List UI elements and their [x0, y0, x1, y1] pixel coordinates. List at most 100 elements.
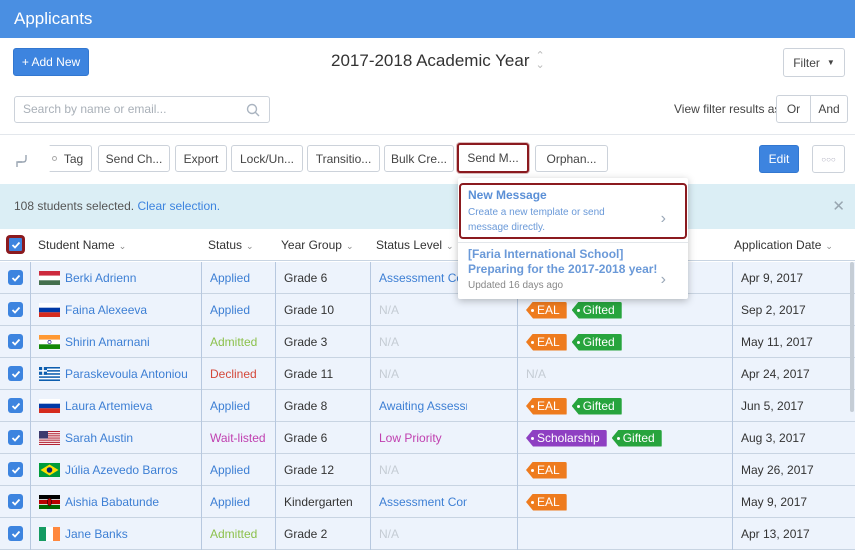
status-level-value: N/A — [379, 527, 400, 541]
application-date-value: Jun 5, 2017 — [741, 399, 804, 413]
bulk-create-button[interactable]: Bulk Cre... — [384, 145, 454, 172]
highlight-frame — [459, 183, 687, 239]
search-box — [14, 96, 270, 123]
row-checkbox[interactable] — [8, 334, 23, 349]
column-year-group[interactable]: Year Group ⌄ — [281, 238, 353, 252]
student-name-link[interactable]: Sarah Austin — [65, 422, 200, 454]
column-divider — [517, 518, 518, 550]
table-row[interactable]: Paraskevoula Antoniou Declined Grade 11 N/A… — [0, 358, 855, 390]
search-icon[interactable] — [246, 103, 260, 117]
template-option[interactable]: [Faria International School] Preparing f… — [458, 247, 688, 293]
column-divider — [370, 390, 371, 422]
row-checkbox[interactable] — [8, 430, 23, 445]
column-divider — [732, 262, 733, 294]
usa-flag-icon — [39, 431, 60, 445]
row-checkbox[interactable] — [8, 494, 23, 509]
clear-selection-link[interactable]: Clear selection. — [137, 199, 220, 213]
student-name-link[interactable]: Berki Adrienn — [65, 262, 200, 294]
table-row[interactable]: Júlia Azevedo Barros Applied Grade 12 N/A EA… — [0, 454, 855, 486]
row-checkbox[interactable] — [8, 526, 23, 541]
column-divider — [732, 358, 733, 390]
student-name-link[interactable]: Faina Alexeeva — [65, 294, 200, 326]
table-row[interactable]: Berki Adrienn Applied Grade 6 Assessment Co… — [0, 262, 855, 294]
orphan-button[interactable]: Orphan... — [535, 145, 608, 172]
tags-cell: Scholarship Gifted — [526, 422, 730, 454]
tags-cell: EAL Gifted — [526, 326, 730, 358]
column-divider — [732, 390, 733, 422]
greece-flag-icon — [39, 367, 60, 381]
column-divider — [732, 486, 733, 518]
column-student-name[interactable]: Student Name ⌄ — [38, 238, 126, 252]
lock-unlock-button[interactable]: Lock/Un... — [231, 145, 303, 172]
table-row[interactable]: Aishia Babatunde Applied Kindergarten Asses… — [0, 486, 855, 518]
column-divider — [732, 454, 733, 486]
table-row[interactable]: Faina Alexeeva Applied Grade 10 N/A EAL Gifte… — [0, 294, 855, 326]
application-date-value: Apr 9, 2017 — [741, 271, 804, 285]
student-name-link[interactable]: Aishia Babatunde — [65, 486, 200, 518]
column-divider — [370, 486, 371, 518]
year-group-value: Grade 8 — [284, 399, 328, 413]
sort-updown-icon: ⌃ ⌄ — [535, 50, 545, 71]
status-level-value: Awaiting Assessment — [379, 399, 467, 413]
table-row[interactable]: Shirin Amarnani Admitted Grade 3 N/A EAL Gift… — [0, 326, 855, 358]
table-row[interactable]: Laura Artemieva Applied Grade 8 Awaiting As… — [0, 390, 855, 422]
tags-cell: EAL Gifted — [526, 390, 730, 422]
tags-empty: N/A — [526, 367, 547, 381]
caret-down-icon: ▼ — [826, 58, 835, 67]
template-updated: Updated 16 days ago — [468, 280, 564, 291]
tag-hole-icon — [52, 156, 57, 161]
template-title: [Faria International School] Preparing f… — [468, 247, 658, 276]
check-icon — [11, 402, 20, 410]
column-divider — [30, 326, 31, 358]
or-button[interactable]: Or — [776, 95, 811, 123]
application-date-value: May 9, 2017 — [741, 495, 808, 509]
tags-cell — [526, 518, 730, 550]
table-row[interactable]: Sarah Austin Wait-listed Grade 6 Low Priori… — [0, 422, 855, 454]
student-name-link[interactable]: Paraskevoula Antoniou — [65, 358, 200, 390]
status-value: Applied — [210, 271, 251, 285]
column-label: Student Name — [38, 238, 115, 252]
select-all-checkbox[interactable] — [7, 236, 24, 253]
status-value: Admitted — [210, 335, 258, 349]
column-divider — [732, 518, 733, 550]
column-status[interactable]: Status ⌄ — [208, 238, 254, 252]
send-checklist-button[interactable]: Send Ch... — [98, 145, 170, 172]
ireland-flag-icon — [39, 527, 60, 541]
row-checkbox[interactable] — [8, 302, 23, 317]
search-input[interactable] — [23, 102, 243, 116]
column-status-level[interactable]: Status Level ⌄ — [376, 238, 454, 252]
row-checkbox[interactable] — [8, 462, 23, 477]
close-icon[interactable]: ✕ — [832, 197, 845, 215]
column-divider — [732, 326, 733, 358]
select-arrow-icon — [16, 155, 27, 167]
scrollbar[interactable] — [850, 262, 854, 412]
column-divider — [517, 358, 518, 390]
column-divider — [370, 518, 371, 550]
add-new-button[interactable]: + Add New — [13, 48, 89, 76]
eal-tag: EAL — [526, 461, 567, 479]
and-button[interactable]: And — [810, 95, 848, 123]
tags-cell: EAL — [526, 486, 730, 518]
transition-button[interactable]: Transitio... — [307, 145, 380, 172]
chevron-down-icon: ⌄ — [246, 241, 254, 251]
student-name-link[interactable]: Shirin Amarnani — [65, 326, 200, 358]
column-divider — [30, 422, 31, 454]
row-checkbox[interactable] — [8, 270, 23, 285]
row-checkbox[interactable] — [8, 398, 23, 413]
check-icon — [11, 530, 20, 538]
student-name-link[interactable]: Jane Banks — [65, 518, 200, 550]
column-application-date[interactable]: Application Date ⌄ — [734, 238, 833, 252]
column-divider — [275, 262, 276, 294]
row-checkbox[interactable] — [8, 366, 23, 381]
send-message-button[interactable]: Send M... — [457, 143, 529, 173]
edit-button[interactable]: Edit — [759, 145, 799, 173]
tag-button[interactable]: Tag — [40, 145, 92, 172]
filter-button[interactable]: Filter ▼ — [783, 48, 845, 77]
export-button[interactable]: Export — [175, 145, 227, 172]
more-options-icon[interactable]: ○○○ — [812, 145, 845, 173]
column-divider — [201, 294, 202, 326]
student-name-link[interactable]: Laura Artemieva — [65, 390, 200, 422]
academic-year-selector[interactable]: 2017-2018 Academic Year ⌃ ⌄ — [331, 51, 545, 71]
student-name-link[interactable]: Júlia Azevedo Barros — [65, 454, 200, 486]
table-row[interactable]: Jane Banks Admitted Grade 2 N/A Apr 13, 2017 — [0, 518, 855, 550]
